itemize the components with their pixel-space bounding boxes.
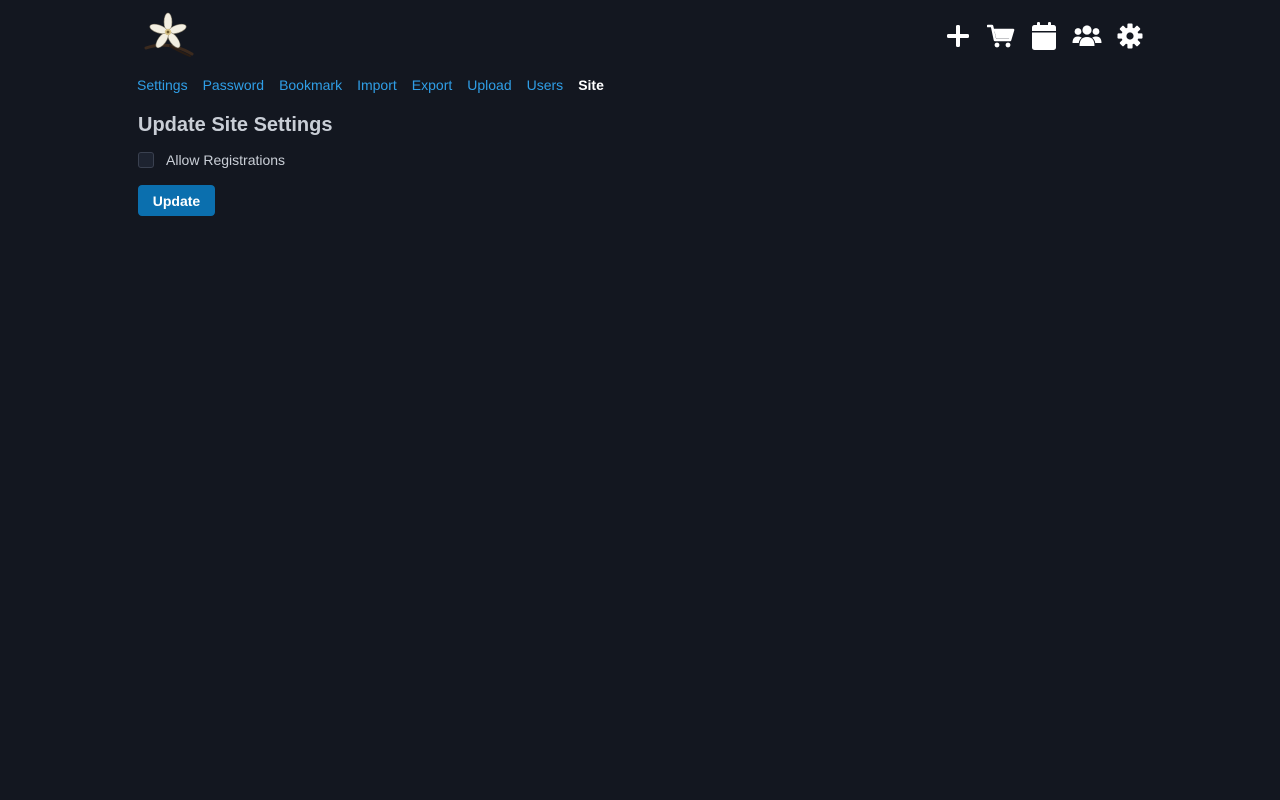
vanilla-flower-icon[interactable] xyxy=(140,10,196,58)
nav-item-site[interactable]: Site xyxy=(578,76,604,94)
gear-icon xyxy=(1117,23,1143,49)
allow-registrations-row: Allow Registrations xyxy=(138,151,285,169)
nav-item-bookmark[interactable]: Bookmark xyxy=(279,76,342,94)
settings-nav: Settings Password Bookmark Import Export… xyxy=(137,76,619,94)
update-button[interactable]: Update xyxy=(138,185,215,216)
allow-registrations-label[interactable]: Allow Registrations xyxy=(166,151,285,169)
plus-icon xyxy=(947,25,969,47)
cart-icon xyxy=(987,24,1015,48)
allow-registrations-checkbox[interactable] xyxy=(138,152,154,168)
nav-item-users[interactable]: Users xyxy=(527,76,564,94)
page: Settings Password Bookmark Import Export… xyxy=(0,0,1280,800)
nav-item-password[interactable]: Password xyxy=(203,76,264,94)
header-toolbar xyxy=(940,18,1148,54)
nav-item-settings[interactable]: Settings xyxy=(137,76,188,94)
users-icon xyxy=(1072,25,1102,46)
cart-button[interactable] xyxy=(983,18,1019,54)
nav-item-import[interactable]: Import xyxy=(357,76,397,94)
settings-button[interactable] xyxy=(1112,18,1148,54)
calendar-button[interactable] xyxy=(1026,18,1062,54)
users-button[interactable] xyxy=(1069,18,1105,54)
calendar-icon xyxy=(1032,22,1056,50)
nav-item-upload[interactable]: Upload xyxy=(467,76,511,94)
nav-item-export[interactable]: Export xyxy=(412,76,452,94)
page-title: Update Site Settings xyxy=(138,114,333,136)
add-button[interactable] xyxy=(940,18,976,54)
